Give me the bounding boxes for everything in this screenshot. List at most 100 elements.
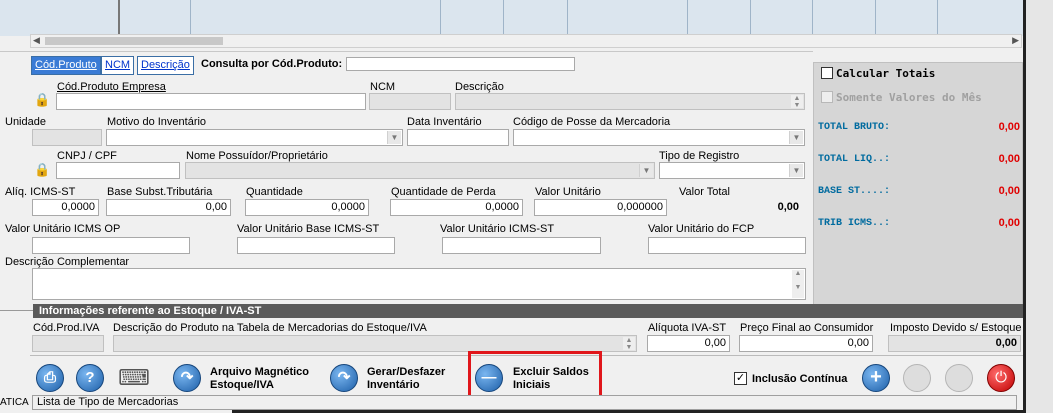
tab-cod-produto[interactable]: Cód.Produto (31, 56, 101, 75)
total-bruto-label: TOTAL BRUTO: (818, 122, 891, 133)
nome-possuidor-select[interactable]: ▼ (185, 162, 655, 179)
valor-unit-icms-st-input[interactable] (442, 237, 601, 254)
ncm-input[interactable] (369, 93, 451, 110)
tab-ncm[interactable]: NCM (101, 56, 135, 75)
gerar-inventario-label[interactable]: Gerar/Desfazer Inventário (367, 366, 445, 392)
items-grid (0, 0, 1053, 36)
label-ncm: NCM (370, 81, 396, 93)
cnpj-cpf-input[interactable] (56, 162, 180, 179)
power-icon: ⏻ (995, 369, 1007, 386)
help-icon: ? (85, 369, 95, 386)
descricao-tabela-scrollbar[interactable]: ▲ ▼ (623, 337, 635, 351)
chevron-down-icon[interactable]: ▼ (789, 164, 803, 177)
label-valor-unitario: Valor Unitário (535, 186, 601, 198)
left-edge-label: ATICA (0, 397, 29, 408)
consulta-input[interactable] (346, 57, 575, 71)
save-button[interactable] (945, 364, 973, 392)
data-inventario-input[interactable] (407, 129, 509, 146)
inclusao-continua-label: Inclusão Contínua (752, 373, 848, 385)
minus-icon: — (481, 369, 497, 386)
arrow-curve-icon: ↷ (180, 369, 194, 386)
valor-unitario-input[interactable]: 0,000000 (534, 199, 667, 216)
arquivo-magnetico-button[interactable]: ↷ (173, 364, 201, 392)
somente-valores-label: Somente Valores do Mês (836, 91, 982, 104)
status-bar: Lista de Tipo de Mercadorias (32, 395, 1017, 410)
descricao-complementar-textarea[interactable]: ▲ ▼ (32, 268, 806, 300)
label-data-inventario: Data Inventário (407, 116, 482, 128)
arquivo-magnetico-label[interactable]: Arquivo Magnético Estoque/IVA (210, 366, 309, 392)
label-base-subst: Base Subst.Tributária (107, 186, 213, 198)
label-motivo-inventario: Motivo do Inventário (107, 116, 207, 128)
label-valor-unit-base-icms-st: Valor Unitário Base ICMS-ST (237, 223, 380, 235)
chevron-down-icon[interactable]: ▼ (387, 131, 401, 144)
scroll-thumb[interactable] (45, 37, 223, 45)
valor-total-value: 0,00 (777, 201, 799, 213)
chevron-down-icon[interactable]: ▼ (789, 131, 803, 144)
tab-descricao[interactable]: Descrição (137, 56, 194, 75)
scroll-left-icon[interactable]: ◀ (33, 35, 40, 46)
scanner-button[interactable]: ⌨ (118, 362, 150, 394)
grid-col-divider (750, 0, 751, 36)
grid-col-divider (812, 0, 813, 36)
descricao-tabela-input[interactable]: ▲ ▼ (113, 335, 637, 352)
excluir-saldos-label[interactable]: Excluir Saldos Iniciais (513, 366, 589, 392)
lock-icon[interactable]: 🔒 (34, 92, 50, 108)
aliq-icms-st-input[interactable]: 0,0000 (32, 199, 99, 216)
unidade-input[interactable] (32, 129, 102, 146)
totals-panel: Calcular Totais Somente Valores do Mês (813, 62, 1023, 307)
valor-unit-fcp-input[interactable] (648, 237, 806, 254)
arrow-curve-icon: ↷ (337, 369, 351, 386)
label-cnpj-cpf: CNPJ / CPF (57, 150, 117, 162)
lock-icon[interactable]: 🔒 (34, 162, 50, 178)
label-aliquota-iva-st: Alíquota IVA-ST (648, 322, 727, 334)
chevron-down-icon[interactable]: ▼ (639, 164, 653, 177)
base-subst-input[interactable]: 0,00 (106, 199, 231, 216)
label-imposto-devido: Imposto Devido s/ Estoque (890, 322, 1022, 334)
descricao-scrollbar[interactable]: ▲ ▼ (791, 95, 803, 109)
label-aliq-icms-st: Alíq. ICMS-ST (5, 186, 76, 198)
scanner-icon: ⌨ (118, 365, 150, 390)
aliquota-iva-st-input[interactable]: 0,00 (647, 335, 730, 352)
tipo-registro-select[interactable]: ▼ (659, 162, 805, 179)
gerar-inventario-button[interactable]: ↷ (330, 364, 358, 392)
trib-icms-value: 0,00 (998, 217, 1020, 229)
window-right-edge (1026, 0, 1053, 413)
cod-prod-iva-input[interactable] (32, 335, 104, 352)
preco-final-input[interactable]: 0,00 (739, 335, 873, 352)
quantidade-input[interactable]: 0,0000 (245, 199, 369, 216)
grid-col-divider (567, 0, 568, 36)
label-descricao-complementar: Descrição Complementar (5, 256, 130, 268)
label-valor-unit-fcp: Valor Unitário do FCP (648, 223, 755, 235)
grid-col-divider (118, 0, 120, 36)
somente-valores-checkbox[interactable] (821, 91, 833, 103)
quantidade-perda-input[interactable]: 0,0000 (390, 199, 523, 216)
label-quantidade: Quantidade (246, 186, 303, 198)
grid-col-divider (937, 0, 938, 36)
print-button[interactable]: ⎙ (36, 364, 64, 392)
add-button[interactable]: + (862, 364, 890, 392)
calcular-totais-label: Calcular Totais (836, 67, 936, 80)
valor-unit-base-icms-st-input[interactable] (237, 237, 395, 254)
descricao-complementar-scrollbar[interactable]: ▲ ▼ (792, 270, 804, 298)
grid-col-divider (190, 0, 191, 36)
cod-produto-empresa-input[interactable] (56, 93, 366, 110)
descricao-input[interactable]: ▲ ▼ (455, 93, 805, 110)
motivo-inventario-select[interactable]: ▼ (106, 129, 403, 146)
grid-horizontal-scrollbar[interactable]: ◀ ▶ (30, 34, 1022, 48)
label-preco-final: Preço Final ao Consumidor (740, 322, 874, 334)
printer-icon: ⎙ (43, 369, 56, 386)
grid-col-divider (440, 0, 441, 36)
excluir-saldos-button[interactable]: — (475, 364, 503, 392)
label-quantidade-perda: Quantidade de Perda (391, 186, 496, 198)
grid-col-divider (687, 0, 688, 36)
scroll-right-icon[interactable]: ▶ (1012, 35, 1019, 46)
edit-button[interactable] (903, 364, 931, 392)
inclusao-continua-checkbox[interactable]: ✓ (734, 372, 747, 385)
label-unidade: Unidade (5, 116, 46, 128)
imposto-devido-input[interactable]: 0,00 (888, 335, 1021, 352)
valor-unit-icms-op-input[interactable] (32, 237, 190, 254)
help-button[interactable]: ? (76, 364, 104, 392)
calcular-totais-checkbox[interactable] (821, 67, 833, 79)
exit-button[interactable]: ⏻ (987, 364, 1015, 392)
codigo-posse-select[interactable]: ▼ (513, 129, 805, 146)
